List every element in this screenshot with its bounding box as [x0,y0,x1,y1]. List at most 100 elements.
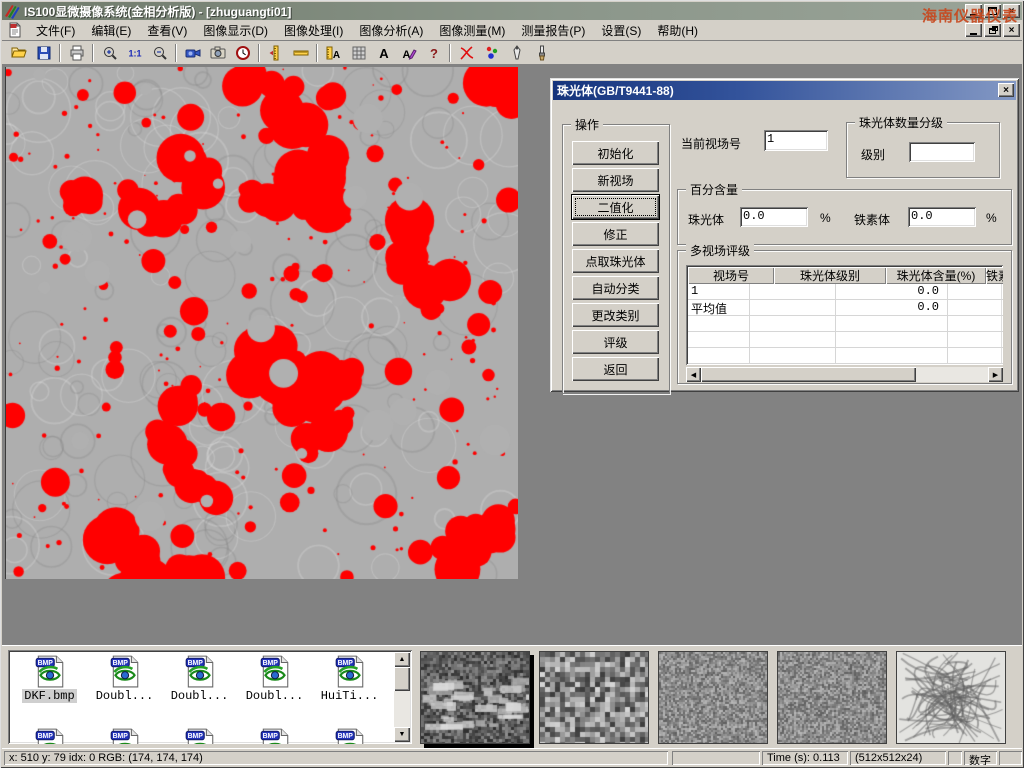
pen-button[interactable] [504,42,529,63]
ferrite-input[interactable]: 0.0 [908,207,976,227]
caliper-button[interactable] [263,42,288,63]
camera-button[interactable] [205,42,230,63]
scroll-right-button[interactable]: ▶ [988,367,1003,382]
hscroll-thumb[interactable] [701,367,916,382]
operation-button[interactable]: 新视场 [572,168,659,192]
file-item[interactable]: BMP Doubl... [87,654,162,703]
thumbnail-1[interactable] [420,651,530,744]
operation-button[interactable]: 点取珠光体 [572,249,659,273]
file-item[interactable]: BMP [237,727,312,744]
actual-size-button[interactable]: 1:1 [122,42,147,63]
help-button[interactable]: ? [421,42,446,63]
file-item[interactable]: BMP [12,727,87,744]
menu-item[interactable]: 文件(F) [28,20,83,41]
menu-item[interactable]: 测量报告(P) [513,20,593,41]
table-header-cell[interactable]: 铁素体含量(%) [986,267,1003,284]
current-field-input[interactable]: 1 [764,130,828,151]
grid-button[interactable] [346,42,371,63]
file-row-2: BMP BMP [12,727,387,744]
scroll-left-button[interactable]: ◀ [686,367,701,382]
current-field-label: 当前视场号 [681,135,741,152]
vscroll-track[interactable] [394,691,410,727]
file-item[interactable]: BMP [312,727,387,744]
mdi-restore-button[interactable] [984,23,1001,37]
table-header-cell[interactable]: 珠光体含量(%) [886,267,986,284]
file-item[interactable]: BMP Doubl... [162,654,237,703]
dialog-close-button[interactable]: × [998,83,1014,97]
timer-button[interactable] [230,42,255,63]
menu-item[interactable]: 图像显示(D) [195,20,276,41]
svg-text:BMP: BMP [112,733,128,740]
bmp-file-icon: BMP [333,654,367,688]
table-hscrollbar[interactable]: ◀ ▶ [686,367,1003,382]
operation-button[interactable]: 评级 [572,330,659,354]
table-body: 10.0 平均值0.0 [688,284,1003,364]
table-row[interactable]: 平均值0.0 [688,300,1003,316]
thumbnail-5[interactable] [896,651,1006,744]
ferrite-unit: % [986,211,997,225]
scroll-up-button[interactable]: ▲ [394,652,410,667]
video-camera-button[interactable] [180,42,205,63]
thumbnail-4[interactable] [777,651,887,744]
table-cell [948,284,1003,300]
title-bar[interactable]: IS100显微摄像系统(金相分析版) - [zhuguangti01] × [2,2,1022,20]
menu-item[interactable]: 图像分析(A) [351,20,431,41]
file-item[interactable]: BMP DKF.bmp [12,654,87,703]
operation-button[interactable]: 修正 [572,222,659,246]
ruler-button[interactable] [288,42,313,63]
table-row[interactable] [688,316,1003,332]
hscroll-track[interactable] [916,367,988,382]
mdi-close-button[interactable]: × [1003,23,1020,37]
open-icon [11,45,27,61]
table-header-cell[interactable]: 珠光体级别 [774,267,886,284]
measure-text-button[interactable]: A [321,42,346,63]
open-button[interactable] [6,42,31,63]
mdi-minimize-button[interactable] [965,23,982,37]
menu-item[interactable]: 帮助(H) [649,20,706,41]
svg-text:BMP: BMP [187,733,203,740]
brush-button[interactable] [529,42,554,63]
table-row[interactable] [688,332,1003,348]
operation-button[interactable]: 更改类别 [572,303,659,327]
pearlite-input[interactable]: 0.0 [740,207,808,227]
operation-button[interactable]: 自动分类 [572,276,659,300]
file-item[interactable]: BMP [87,727,162,744]
table-header-cell[interactable]: 视场号 [688,267,774,284]
operation-button[interactable]: 初始化 [572,141,659,165]
vscroll-thumb[interactable] [394,667,410,691]
annotate-button[interactable]: A [396,42,421,63]
thumbnail-3[interactable] [658,651,768,744]
mdi-close-icon: × [1009,25,1015,36]
curve-button[interactable] [454,42,479,63]
minimize-button[interactable] [965,4,982,18]
points-button[interactable] [479,42,504,63]
operation-button[interactable]: 返回 [572,357,659,381]
operation-button[interactable]: 二值化 [572,195,659,219]
file-item[interactable]: BMP [162,727,237,744]
table-row[interactable] [688,348,1003,364]
save-button[interactable] [31,42,56,63]
table-cell: 0.0 [836,300,948,316]
zoom-in-button[interactable] [97,42,122,63]
metallograph-image[interactable] [5,67,518,579]
grade-input[interactable] [909,142,975,162]
print-button[interactable] [64,42,89,63]
app-window: IS100显微摄像系统(金相分析版) - [zhuguangti01] × 海南… [0,0,1024,768]
thumbnail-2[interactable] [539,651,649,744]
file-vscrollbar[interactable]: ▲ ▼ [394,652,410,742]
menu-item[interactable]: 编辑(E) [83,20,139,41]
file-item[interactable]: BMP HuiTi... [312,654,387,703]
menu-item[interactable]: 图像处理(I) [276,20,351,41]
menu-item[interactable]: 查看(V) [139,20,195,41]
text-label-button[interactable]: A [371,42,396,63]
table-row[interactable]: 10.0 [688,284,1003,300]
close-button[interactable]: × [1003,4,1020,18]
dialog-title-bar[interactable]: 珠光体(GB/T9441-88) × [553,81,1016,100]
file-item[interactable]: BMP Doubl... [237,654,312,703]
zoom-out-button[interactable] [147,42,172,63]
scroll-down-button[interactable]: ▼ [394,727,410,742]
status-empty-2 [948,751,962,765]
maximize-button[interactable] [984,4,1001,18]
menu-item[interactable]: 设置(S) [593,20,649,41]
menu-item[interactable]: 图像测量(M) [431,20,513,41]
